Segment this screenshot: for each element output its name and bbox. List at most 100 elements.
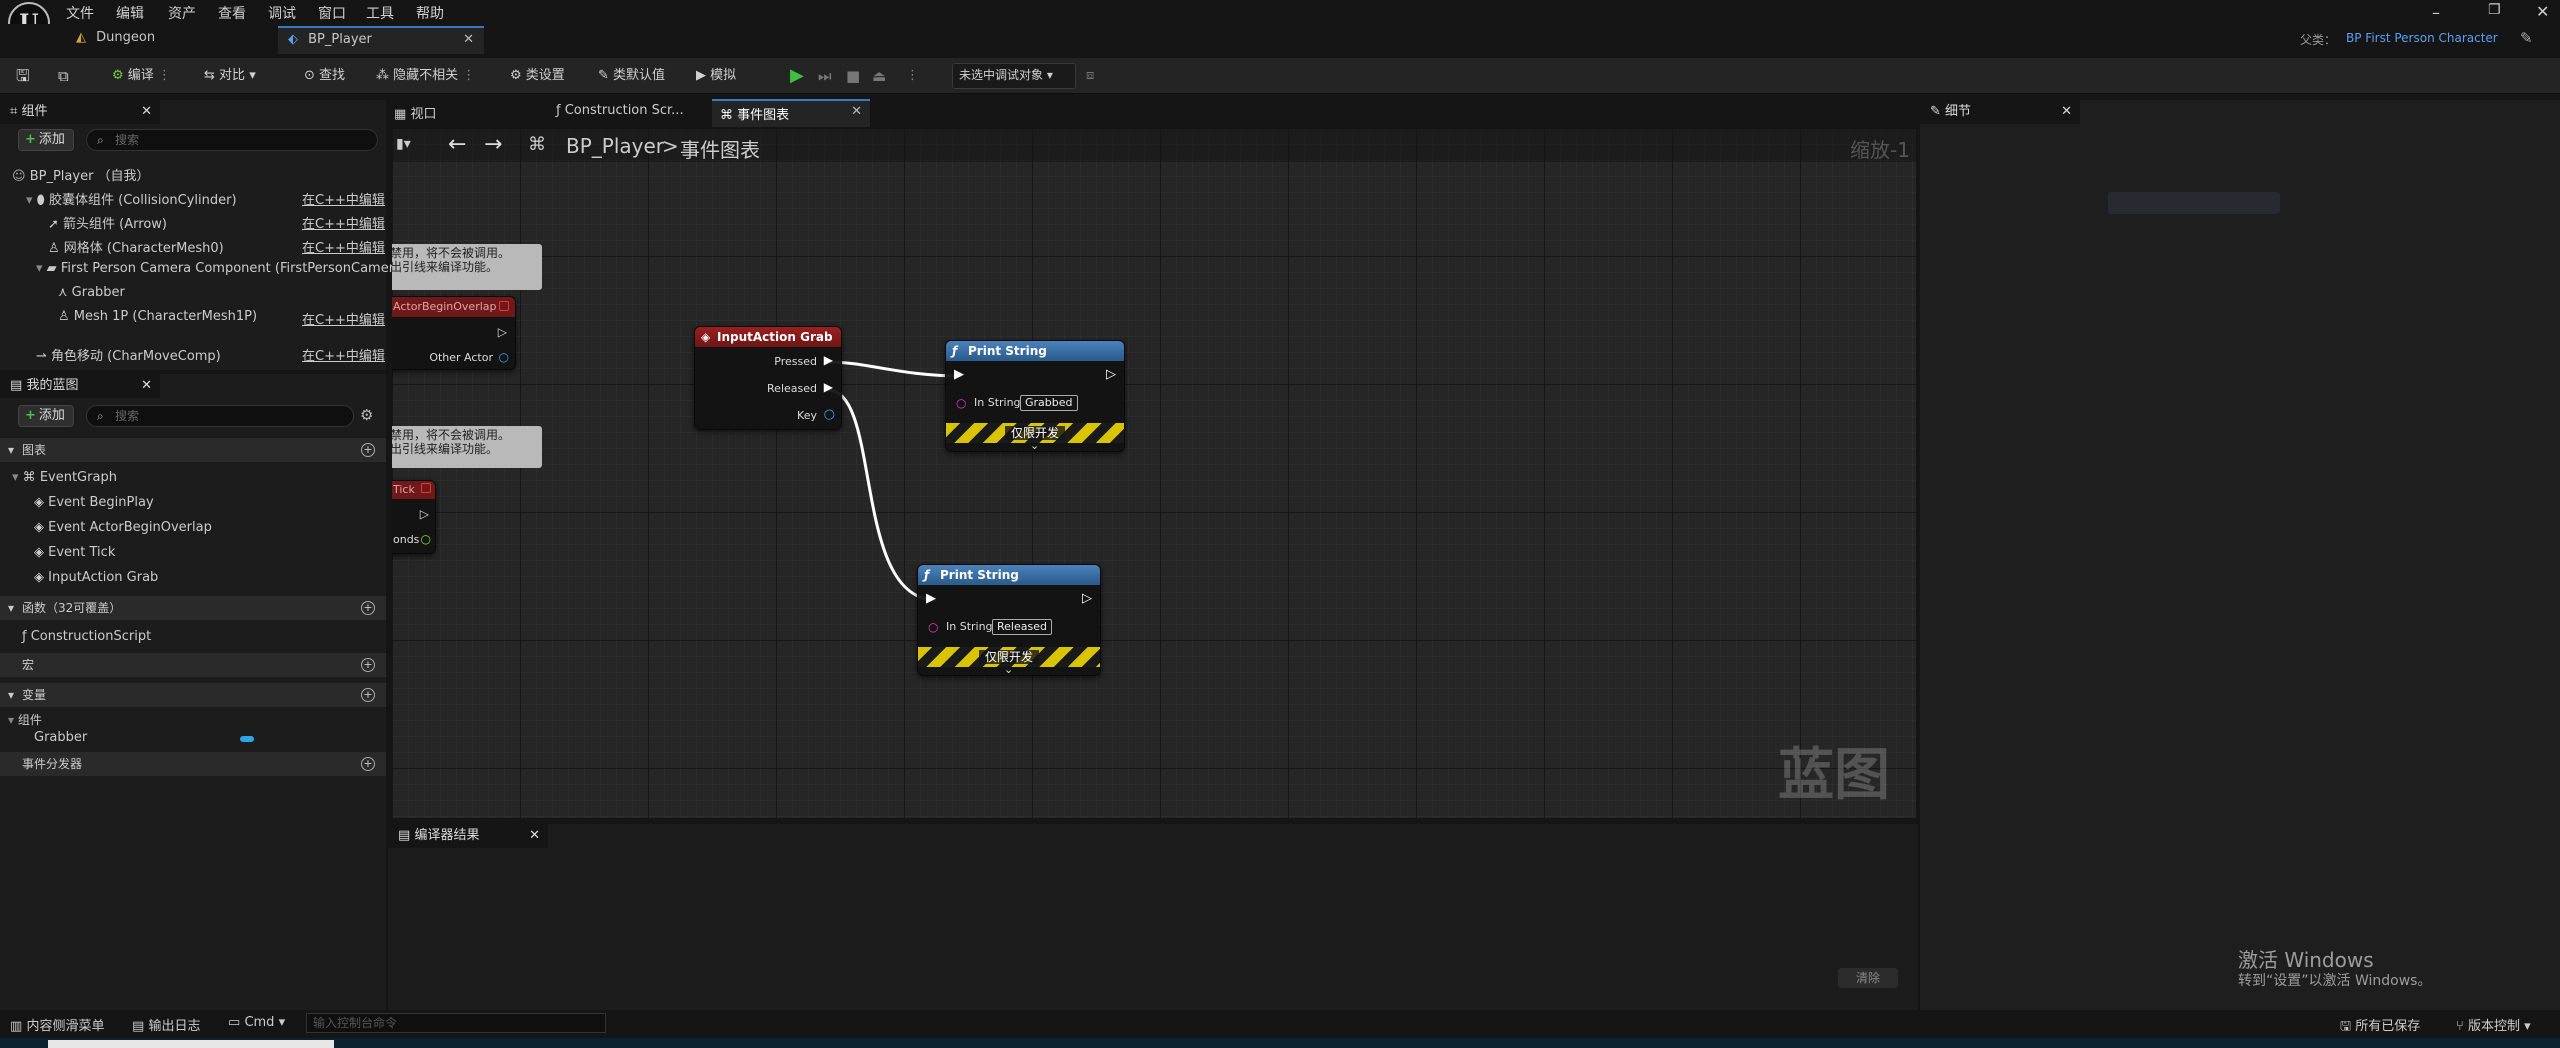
content-drawer-button[interactable]: ▥ 内容侧滑菜单 (10, 1015, 104, 1034)
console-command-input[interactable]: 输入控制台命令 (306, 1013, 606, 1033)
cmd-select[interactable]: ▭ Cmd ▾ (228, 1015, 285, 1030)
input-action-grab-node[interactable]: ◈ InputAction Grab Pressed ▶ Released ▶ K… (694, 326, 842, 430)
edit-parent-icon[interactable]: ✎ (2520, 29, 2533, 47)
stop-icon[interactable]: ■ (846, 65, 860, 87)
clear-button[interactable]: 清除 (1838, 968, 1898, 988)
string-pin-icon[interactable]: ○ (928, 620, 938, 634)
eject-icon[interactable]: ⏏ (872, 65, 886, 87)
minimize-icon[interactable]: – (2432, 3, 2440, 22)
menu-view[interactable]: 查看 (218, 3, 246, 23)
close-tab-icon[interactable]: ✕ (141, 100, 152, 124)
find-button[interactable]: ⊙ 查找 (304, 65, 345, 87)
tab-construction-script[interactable]: ƒ Construction Scr... (556, 103, 684, 118)
browse-icon[interactable]: ⧉ (58, 65, 69, 87)
section-functions[interactable]: ▾ 函数（32可覆盖） (0, 596, 386, 620)
close-window-icon[interactable]: ✕ (2536, 2, 2549, 21)
saved-status-button[interactable]: 🖫 所有已保存 (2340, 1015, 2420, 1039)
exec-out-pin-icon[interactable]: ▷ (1082, 591, 1092, 606)
component-item[interactable]: ⋏ Grabber (58, 285, 125, 300)
menu-debug[interactable]: 调试 (268, 3, 296, 23)
component-item[interactable]: ♙ 网格体 (CharacterMesh0) (48, 237, 224, 256)
add-member-button[interactable]: + 添加 (18, 405, 74, 427)
edit-in-cpp-link[interactable]: 在C++中编辑 (302, 309, 385, 328)
exec-out-pin-icon[interactable]: ▷ (1106, 367, 1116, 382)
tab-dungeon[interactable]: ◭ Dungeon (66, 26, 276, 54)
section-macros[interactable]: 宏 (0, 653, 386, 677)
step-icon[interactable]: ⏭ (818, 65, 832, 87)
exec-pin-icon[interactable]: ▶ (824, 380, 833, 394)
details-tab[interactable]: ✎ 细节 ✕ (1920, 100, 2080, 124)
details-search-input[interactable] (2108, 192, 2280, 214)
restore-icon[interactable]: ❐ (2488, 2, 2501, 18)
settings-gear-icon[interactable]: ⚙ (360, 406, 373, 424)
chevron-down-icon[interactable]: ⌄ (1004, 663, 1013, 676)
tab-viewport[interactable]: ▦ 视口 (394, 103, 436, 122)
component-item[interactable]: ▾ ⬮ 胶囊体组件 (CollisionCylinder) (26, 189, 237, 208)
menu-assets[interactable]: 资产 (168, 3, 196, 23)
menu-tools[interactable]: 工具 (366, 3, 394, 23)
compiler-results-tab[interactable]: ▤ 编译器结果 ✕ (388, 824, 548, 848)
section-variables[interactable]: ▾ 变量 (0, 683, 386, 707)
close-tab-icon[interactable]: ✕ (141, 374, 152, 398)
section-dispatchers[interactable]: 事件分发器 (0, 752, 386, 776)
play-options-icon[interactable]: ⋮ (906, 65, 919, 87)
tab-event-graph[interactable]: ⌘ 事件图表 ✕ (712, 99, 870, 127)
string-pin-icon[interactable]: ○ (956, 396, 966, 410)
function-item[interactable]: ƒ ConstructionScript (22, 629, 151, 644)
source-control-button[interactable]: ⑂ 版本控制 ▾ (2456, 1015, 2531, 1034)
add-dispatcher-icon[interactable]: + (361, 757, 375, 771)
blueprint-search-input[interactable]: ⌕ 搜索 (86, 405, 354, 427)
event-item[interactable]: ◈ InputAction Grab (34, 570, 158, 585)
event-graph-canvas[interactable]: ▮▾ ← → ⌘ BP_Player > 事件图表 缩放-1 禁用，将不会被调用… (392, 128, 1916, 818)
close-tab-icon[interactable]: ✕ (529, 824, 540, 848)
menu-file[interactable]: 文件 (66, 3, 94, 23)
print-string-node[interactable]: ƒ Print String ▶ ▷ ○ In String Released 仅… (917, 564, 1101, 676)
add-component-button[interactable]: + 添加 (18, 129, 74, 151)
my-blueprint-tab[interactable]: ▤ 我的蓝图 ✕ (0, 374, 160, 398)
tab-bp-player[interactable]: ⬖ BP_Player ✕ (278, 26, 484, 54)
event-item[interactable]: ◈ Event Tick (34, 545, 115, 560)
compile-button[interactable]: ⚙ 编译 ⋮ (112, 65, 171, 87)
edit-in-cpp-link[interactable]: 在C++中编辑 (302, 237, 385, 256)
play-icon[interactable]: ▶ (790, 65, 804, 87)
in-string-field[interactable]: Released (992, 619, 1052, 635)
exec-in-pin-icon[interactable]: ▶ (926, 591, 936, 606)
close-tab-icon[interactable]: ✕ (851, 104, 862, 119)
exec-pin-icon[interactable]: ▶ (824, 353, 833, 367)
add-variable-icon[interactable]: + (361, 688, 375, 702)
edit-in-cpp-link[interactable]: 在C++中编辑 (302, 189, 385, 208)
save-icon[interactable]: 🖫 (16, 65, 30, 87)
component-item[interactable]: ♙ Mesh 1P (CharacterMesh1P) (58, 309, 257, 324)
print-string-node[interactable]: ƒ Print String ▶ ▷ ○ In String Grabbed 仅限… (945, 340, 1125, 452)
variable-item[interactable]: Grabber (34, 730, 87, 745)
components-tab[interactable]: ⌗ 组件 ✕ (0, 100, 160, 124)
exec-in-pin-icon[interactable]: ▶ (954, 367, 964, 382)
add-graph-icon[interactable]: + (361, 443, 375, 457)
struct-pin-icon[interactable]: ○ (824, 407, 835, 422)
edit-in-cpp-link[interactable]: 在C++中编辑 (302, 345, 385, 364)
component-item[interactable]: ▾ ▰ First Person Camera Component (First… (36, 261, 407, 276)
event-item[interactable]: ◈ Event BeginPlay (34, 495, 154, 510)
parent-class-link[interactable]: BP First Person Character (2346, 31, 2498, 45)
debug-filter-icon[interactable]: ⧈ (1086, 65, 1094, 87)
event-item[interactable]: ◈ Event ActorBeginOverlap (34, 520, 212, 535)
component-item[interactable]: ⇀ 角色移动 (CharMoveComp) (36, 345, 221, 364)
class-defaults-button[interactable]: ✎ 类默认值 (598, 65, 665, 87)
section-graphs[interactable]: ▾ 图表 (0, 438, 386, 462)
variable-category[interactable]: ▾ 组件 (8, 711, 42, 728)
add-macro-icon[interactable]: + (361, 658, 375, 672)
simulate-button[interactable]: ▶ 模拟 (696, 65, 736, 87)
menu-help[interactable]: 帮助 (416, 3, 444, 23)
close-tab-icon[interactable]: ✕ (2061, 100, 2072, 124)
debug-target-select[interactable]: 未选中调试对象 ▾ (952, 63, 1076, 89)
in-string-field[interactable]: Grabbed (1020, 395, 1078, 411)
component-item[interactable]: ➚ 箭头组件 (Arrow) (48, 213, 167, 232)
output-log-button[interactable]: ▤ 输出日志 (132, 1015, 200, 1034)
component-root[interactable]: ☺ BP_Player （自我） (12, 165, 150, 184)
component-search-input[interactable]: ⌕ 搜索 (86, 129, 378, 151)
menu-window[interactable]: 窗口 (318, 3, 346, 23)
chevron-down-icon[interactable]: ⌄ (1030, 439, 1039, 452)
event-graph-item[interactable]: ▾ ⌘ EventGraph (12, 470, 117, 485)
close-tab-icon[interactable]: ✕ (463, 32, 474, 47)
diff-button[interactable]: ⇆ 对比 ▾ (204, 65, 256, 87)
